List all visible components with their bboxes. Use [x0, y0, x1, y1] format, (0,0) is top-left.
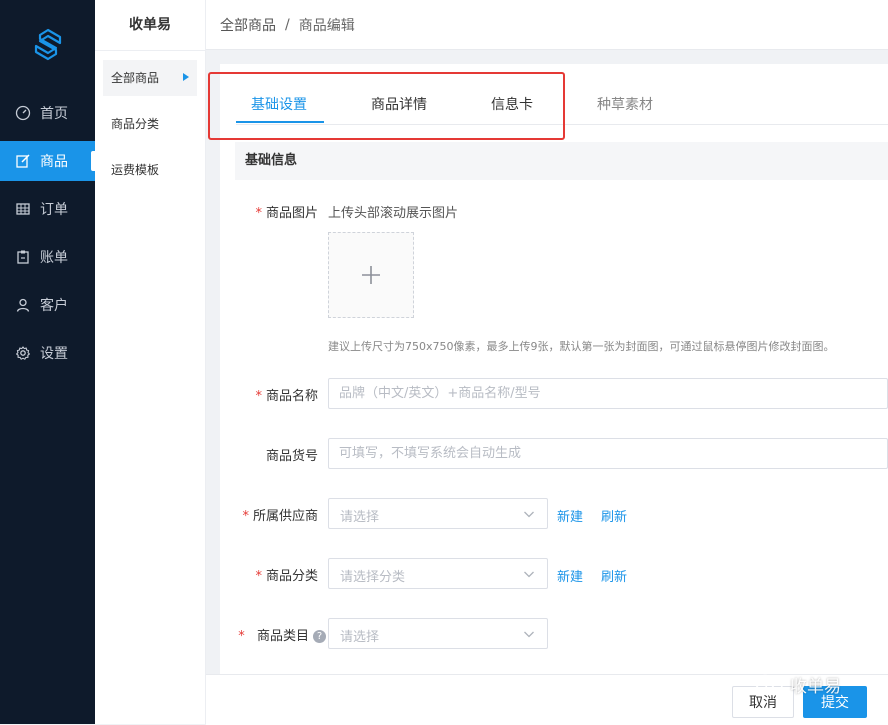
- sub-sidebar: 收单易 全部商品 商品分类 运费模板: [95, 0, 206, 724]
- nav-item-label: 订单: [40, 202, 68, 218]
- label-text: 商品类目: [256, 629, 309, 644]
- category-select[interactable]: 请选择分类: [328, 558, 548, 589]
- type-label: * 商品类目?: [224, 625, 326, 644]
- nav-item-orders[interactable]: 订单: [0, 189, 95, 229]
- select-placeholder: 请选择: [340, 630, 380, 645]
- label-text: 商品图片: [265, 206, 318, 221]
- tab-bar: 基础设置 商品详情 信息卡 种草素材: [236, 64, 888, 125]
- nav-item-label: 账单: [40, 250, 68, 266]
- watermark-text: 收单易: [790, 677, 841, 697]
- product-name-input[interactable]: [328, 378, 888, 409]
- subnav-title: 收单易: [95, 0, 205, 51]
- label-text: 所属供应商: [252, 509, 318, 524]
- sku-label: 商品货号: [265, 449, 318, 464]
- tab-seeding-material[interactable]: 种草素材: [597, 94, 653, 114]
- new-supplier-link[interactable]: 新建: [557, 506, 583, 525]
- subnav-item-shipping-templates[interactable]: 运费模板: [103, 152, 197, 188]
- product-edit-card: 基础设置 商品详情 信息卡 种草素材 基础信息 * 商品图片 上传头部滚动展示图片…: [220, 64, 888, 674]
- nav-item-bills[interactable]: 账单: [0, 237, 95, 277]
- upload-hint: 上传头部滚动展示图片: [328, 206, 459, 221]
- required-marker: *: [238, 629, 245, 644]
- select-placeholder: 请选择: [340, 510, 380, 525]
- chevron-down-icon: [524, 631, 534, 638]
- name-label: * 商品名称: [240, 385, 318, 404]
- upload-size-note: 建议上传尺寸为750x750像素，最多上传9张，默认第一张为封面图，可通过鼠标悬…: [328, 340, 835, 353]
- image-upload-button[interactable]: [328, 232, 414, 318]
- label-text: 商品名称: [265, 389, 318, 404]
- subnav-item-all-products[interactable]: 全部商品: [103, 60, 197, 96]
- gear-icon: [14, 344, 32, 362]
- refresh-category-link[interactable]: 刷新: [601, 566, 627, 585]
- nav-item-label: 设置: [40, 346, 68, 362]
- required-marker: *: [255, 569, 262, 584]
- chevron-down-icon: [524, 571, 534, 578]
- subnav-item-categories[interactable]: 商品分类: [103, 106, 197, 142]
- required-marker: *: [255, 206, 262, 221]
- table-icon: [14, 200, 32, 218]
- required-marker: *: [242, 509, 249, 524]
- nav-item-products[interactable]: 商品: [0, 141, 95, 181]
- caret-right-icon: [183, 73, 189, 81]
- nav-item-customers[interactable]: 客户: [0, 285, 95, 325]
- tab-info-card[interactable]: 信息卡: [491, 94, 533, 114]
- clipboard-icon: [14, 248, 32, 266]
- select-placeholder: 请选择分类: [340, 570, 406, 585]
- subnav-item-label: 运费模板: [111, 163, 160, 177]
- edit-icon: [14, 152, 32, 170]
- main-nav: 首页 商品 订单 账单 客户 设置: [0, 0, 95, 724]
- breadcrumb-current: 商品编辑: [298, 17, 355, 34]
- watermark: 收单易: [754, 672, 841, 697]
- breadcrumb-link[interactable]: 全部商品: [220, 15, 276, 35]
- image-label: * 商品图片: [250, 202, 318, 221]
- supplier-label: * 所属供应商: [228, 505, 318, 524]
- refresh-supplier-link[interactable]: 刷新: [601, 506, 627, 525]
- breadcrumb-separator: /: [285, 16, 290, 33]
- subnav-item-label: 全部商品: [111, 71, 160, 85]
- tab-basic-settings[interactable]: 基础设置: [251, 94, 307, 114]
- dashboard-icon: [14, 104, 32, 122]
- help-icon[interactable]: ?: [313, 630, 326, 643]
- active-tab-indicator: [236, 121, 324, 123]
- subnav-item-label: 商品分类: [111, 117, 160, 131]
- nav-item-label: 首页: [40, 106, 68, 122]
- chevron-down-icon: [524, 511, 534, 518]
- plus-icon: [362, 266, 380, 284]
- supplier-select[interactable]: 请选择: [328, 498, 548, 529]
- user-icon: [14, 296, 32, 314]
- nav-item-label: 商品: [40, 154, 68, 170]
- app-logo: [34, 28, 62, 61]
- label-text: 商品分类: [265, 569, 318, 584]
- breadcrumb: 全部商品 / 商品编辑: [206, 0, 888, 50]
- wechat-icon: [755, 674, 783, 695]
- nav-item-home[interactable]: 首页: [0, 93, 95, 133]
- type-select[interactable]: 请选择: [328, 618, 548, 649]
- category-label: * 商品分类: [240, 565, 318, 584]
- section-title: 基础信息: [235, 142, 888, 180]
- nav-item-label: 客户: [40, 298, 68, 314]
- nav-item-settings[interactable]: 设置: [0, 333, 95, 373]
- required-marker: *: [255, 389, 262, 404]
- product-sku-input[interactable]: [328, 438, 888, 469]
- new-category-link[interactable]: 新建: [557, 566, 583, 585]
- tab-product-details[interactable]: 商品详情: [371, 94, 427, 114]
